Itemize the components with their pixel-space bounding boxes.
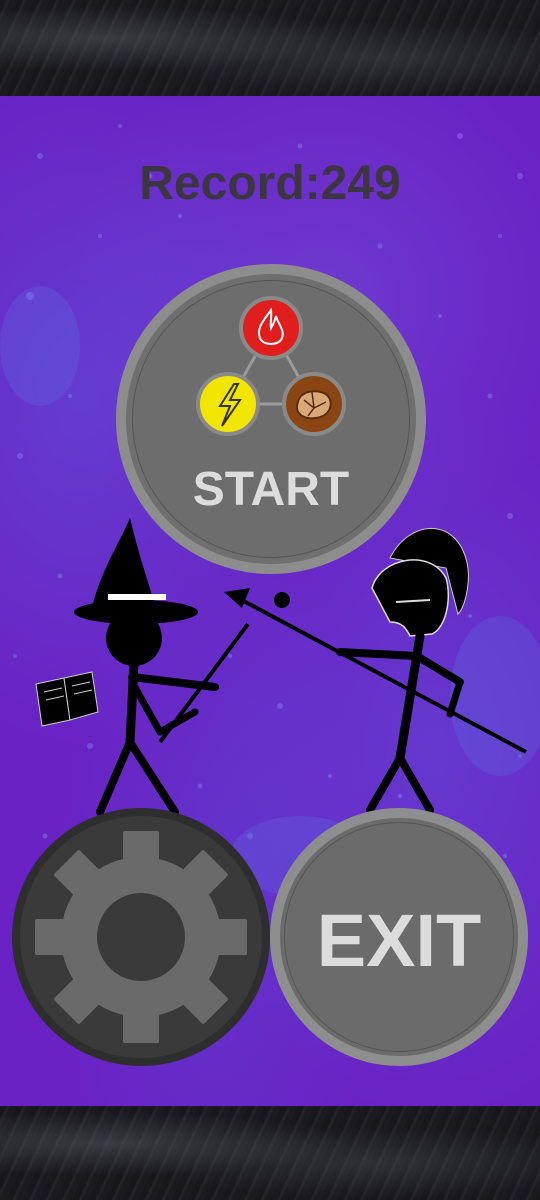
spartan-stickman <box>224 527 527 814</box>
exit-button-label: EXIT <box>316 899 482 982</box>
settings-button[interactable] <box>12 808 270 1066</box>
book-icon <box>35 671 99 727</box>
top-border-bar <box>0 0 540 96</box>
record-score: Record:249 <box>139 157 401 210</box>
start-button-label: START <box>192 463 350 516</box>
bottom-border-bar <box>0 1106 540 1200</box>
game-main-menu: Record:249 START EXIT <box>0 0 540 1200</box>
fire-icon <box>239 296 303 360</box>
exit-button[interactable]: EXIT <box>270 808 528 1066</box>
elements-triangle <box>196 296 346 436</box>
lightning-icon <box>196 372 260 436</box>
gear-icon <box>35 831 247 1043</box>
rock-icon <box>282 372 346 436</box>
